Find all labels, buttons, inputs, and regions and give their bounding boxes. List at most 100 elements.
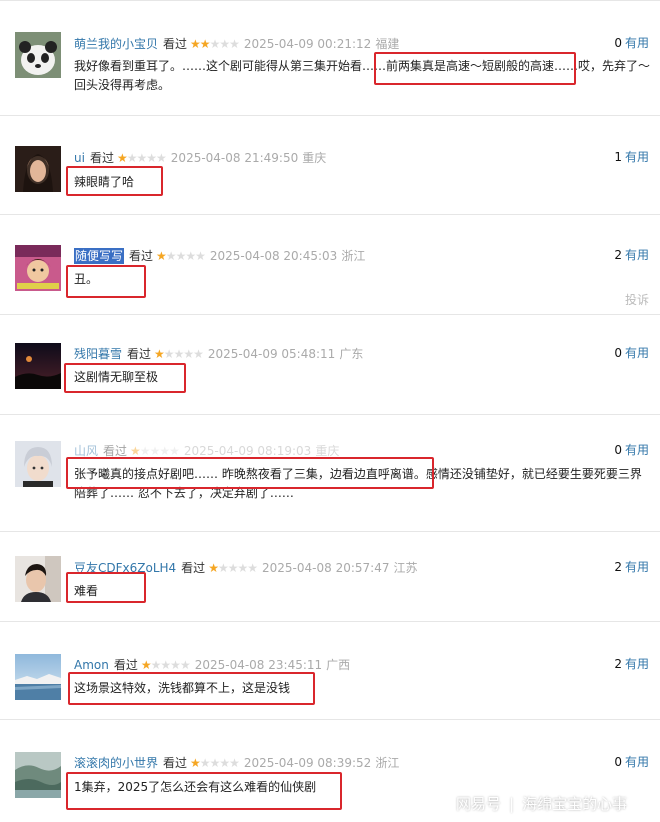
useful-count: 0 (614, 36, 622, 50)
highlight-box (374, 52, 576, 85)
star-icon: ★ (150, 657, 162, 672)
watched-label: 看过 (113, 657, 138, 672)
report-button[interactable]: 投诉 (625, 291, 649, 308)
avatar[interactable] (15, 556, 61, 602)
useful-button[interactable]: 有用 (625, 36, 649, 50)
watched-label: 看过 (127, 346, 152, 361)
comment-time: 2025-04-09 08:39:52 (243, 755, 372, 770)
comment-meta: 残阳暮雪 看过 ★★★★★ 2025-04-09 05:48:11 广东 (74, 345, 363, 361)
highlight-box (66, 457, 434, 489)
useful-button[interactable]: 有用 (625, 346, 649, 360)
highlight-box (68, 672, 315, 705)
star-icon: ★ (163, 346, 175, 361)
useful-vote[interactable]: 2 有用 (614, 247, 649, 263)
comment-item: 萌兰我的小宝贝 看过 ★★★★★ 2025-04-09 00:21:12 福建 0 有用 … (0, 0, 660, 116)
useful-button[interactable]: 有用 (625, 755, 649, 769)
useful-button[interactable]: 有用 (625, 443, 649, 457)
star-icon: ★ (209, 755, 221, 770)
rating-stars: ★★★★★ (208, 559, 258, 576)
useful-button[interactable]: 有用 (625, 560, 649, 574)
comment-time: 2025-04-08 21:49:50 (170, 150, 299, 165)
star-icon: ★ (190, 36, 201, 51)
comment-time: 2025-04-08 20:57:47 (262, 560, 390, 575)
star-icon: ★ (140, 657, 152, 672)
useful-button[interactable]: 有用 (625, 657, 649, 671)
star-icon: ★ (175, 248, 187, 263)
watched-label: 看过 (89, 150, 114, 165)
highlight-box (66, 265, 146, 298)
watermark-author: 海绵宝宝的心事 (522, 795, 628, 813)
useful-count: 0 (614, 755, 622, 769)
star-icon: ★ (183, 346, 194, 361)
avatar[interactable] (15, 32, 61, 78)
star-icon: ★ (165, 248, 177, 263)
star-icon: ★ (185, 248, 196, 263)
star-icon: ★ (247, 560, 258, 575)
rating-stars: ★★★★★ (190, 35, 240, 52)
useful-count: 2 (614, 560, 622, 574)
highlight-box (64, 363, 186, 393)
star-icon: ★ (208, 560, 219, 575)
useful-vote[interactable]: 0 有用 (614, 442, 649, 458)
rating-stars: ★★★★★ (116, 149, 167, 166)
star-icon: ★ (219, 36, 230, 51)
comment-location: 重庆 (302, 150, 327, 165)
comment-meta: 滚滚肉的小世界 看过 ★★★★★ 2025-04-09 08:39:52 浙江 (74, 754, 399, 770)
username-link[interactable]: 随便写写 (74, 247, 125, 264)
comment-meta: Amon 看过 ★★★★★ 2025-04-08 23:45:11 广西 (74, 656, 350, 672)
star-icon: ★ (217, 560, 229, 575)
star-icon: ★ (136, 150, 148, 165)
star-icon: ★ (173, 346, 185, 361)
comment-item: 豆友CDFx6ZoLH4 看过 ★★★★★ 2025-04-08 20:57:47 江苏… (0, 532, 660, 622)
useful-vote[interactable]: 0 有用 (614, 35, 649, 51)
star-icon: ★ (199, 755, 211, 770)
star-icon: ★ (195, 248, 206, 263)
username-link[interactable]: 萌兰我的小宝贝 (74, 36, 158, 52)
rating-stars: ★★★★★ (154, 345, 204, 362)
comment-item: 随便写写 看过 ★★★★★ 2025-04-08 20:45:03 浙江 2 有用 丑。 … (0, 215, 660, 315)
username-link[interactable]: 残阳暮雪 (74, 346, 122, 362)
comment-item: ui 看过 ★★★★★ 2025-04-08 21:49:50 重庆 1 有用 辣眼睛了哈 (0, 115, 660, 215)
avatar[interactable] (15, 245, 61, 291)
highlight-box (66, 166, 163, 196)
comment-location: 江苏 (393, 560, 418, 575)
comment-item: 残阳暮雪 看过 ★★★★★ 2025-04-09 05:48:11 广东 0 有用 这剧情… (0, 315, 660, 415)
useful-vote[interactable]: 2 有用 (614, 656, 649, 672)
star-icon: ★ (199, 36, 211, 51)
star-icon: ★ (190, 755, 201, 770)
comment-time: 2025-04-09 05:48:11 (207, 346, 336, 361)
useful-vote[interactable]: 2 有用 (614, 559, 649, 575)
comment-item: Amon 看过 ★★★★★ 2025-04-08 23:45:11 广西 2 有用 这场景… (0, 622, 660, 720)
star-icon: ★ (170, 657, 181, 672)
star-icon: ★ (229, 755, 240, 770)
username-link[interactable]: 滚滚肉的小世界 (74, 755, 158, 771)
username-link[interactable]: Amon (74, 657, 109, 673)
useful-count: 0 (614, 346, 622, 360)
comment-location: 浙江 (375, 755, 400, 770)
username-link[interactable]: ui (74, 150, 85, 166)
useful-count: 0 (614, 443, 622, 457)
avatar[interactable] (15, 146, 61, 192)
comment-item: 山风 看过 ★★★★★ 2025-04-09 08:19:03 重庆 0 有用 张予曦真的… (0, 415, 660, 532)
avatar[interactable] (15, 343, 61, 389)
star-icon: ★ (116, 150, 128, 165)
watermark-brand: 网易号 (456, 795, 502, 813)
comment-location: 浙江 (341, 248, 366, 263)
useful-count: 2 (614, 248, 622, 262)
watched-label: 看过 (163, 36, 188, 51)
useful-vote[interactable]: 0 有用 (614, 754, 649, 770)
comment-text: 难看 (74, 584, 99, 598)
avatar[interactable] (15, 441, 61, 487)
avatar[interactable] (15, 752, 61, 798)
avatar[interactable] (15, 654, 61, 700)
useful-vote[interactable]: 0 有用 (614, 345, 649, 361)
watermark: 网易号 | 海绵宝宝的心事 (456, 793, 627, 815)
star-icon: ★ (126, 150, 138, 165)
comment-meta: 萌兰我的小宝贝 看过 ★★★★★ 2025-04-09 00:21:12 福建 (74, 35, 399, 51)
comment-text: 丑。 (74, 272, 99, 286)
useful-vote[interactable]: 1 有用 (614, 149, 649, 165)
comment-meta: 山风 看过 ★★★★★ 2025-04-09 08:19:03 重庆 (74, 442, 339, 458)
star-icon: ★ (227, 560, 239, 575)
useful-button[interactable]: 有用 (625, 248, 649, 262)
useful-button[interactable]: 有用 (625, 150, 649, 164)
